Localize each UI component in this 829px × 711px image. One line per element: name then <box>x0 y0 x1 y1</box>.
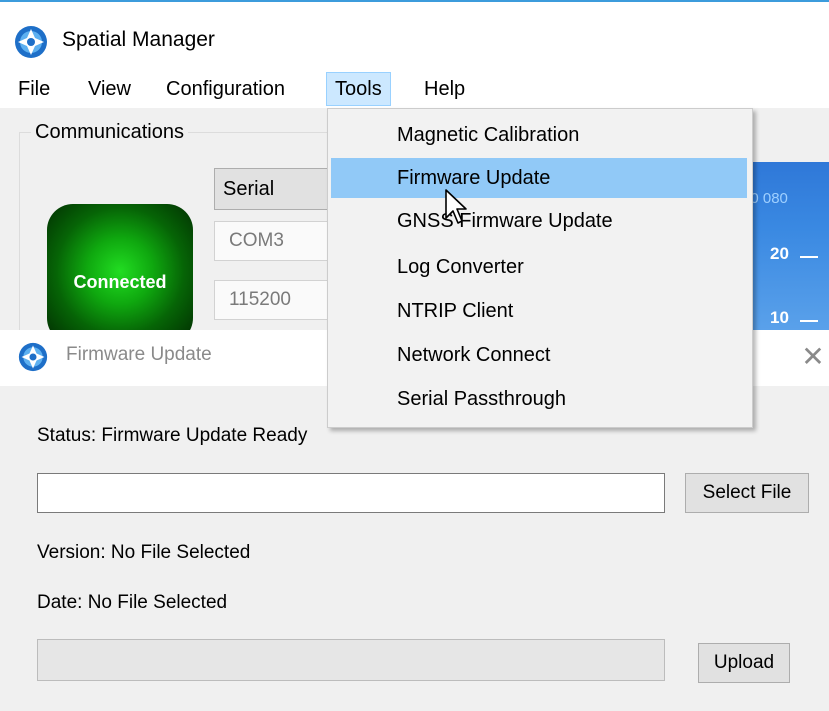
baud-rate-field[interactable]: 115200 <box>214 280 334 320</box>
gauge-tick-line <box>800 320 818 322</box>
upload-button[interactable]: Upload <box>698 643 790 683</box>
gauge-tick-line <box>800 256 818 258</box>
attitude-gauge: 70 080 20 10 <box>742 162 829 330</box>
tools-dropdown-menu: Magnetic Calibration Firmware Update GNS… <box>327 108 753 428</box>
gauge-tick-label: 20 <box>770 244 789 263</box>
upload-progress-bar <box>37 639 665 681</box>
menu-item-magnetic-calibration[interactable]: Magnetic Calibration <box>331 115 747 155</box>
port-field[interactable]: COM3 <box>214 221 334 261</box>
menu-item-log-converter[interactable]: Log Converter <box>331 247 747 287</box>
firmware-status-label: Status: Firmware Update Ready <box>37 425 308 446</box>
connection-status-label: Connected <box>73 272 167 292</box>
app-logo-icon <box>18 342 48 372</box>
dialog-title: Firmware Update <box>66 344 212 365</box>
firmware-date-label: Date: No File Selected <box>37 592 228 613</box>
port-value: COM3 <box>229 230 284 251</box>
menu-bar: File View Configuration Tools Help <box>0 72 829 108</box>
app-logo-icon <box>15 26 47 58</box>
menu-configuration[interactable]: Configuration <box>158 72 293 106</box>
app-title: Spatial Manager <box>62 28 215 51</box>
menu-view[interactable]: View <box>80 72 139 106</box>
menu-item-network-connect[interactable]: Network Connect <box>331 335 747 375</box>
firmware-version-label: Version: No File Selected <box>37 542 251 563</box>
menu-item-ntrip-client[interactable]: NTRIP Client <box>331 291 747 331</box>
close-icon[interactable]: ✕ <box>800 340 826 374</box>
menu-item-gnss-firmware-update[interactable]: GNSS Firmware Update <box>331 201 747 241</box>
select-file-button[interactable]: Select File <box>685 473 809 513</box>
interface-select[interactable]: Serial <box>214 168 334 210</box>
interface-select-value: Serial <box>223 178 275 200</box>
firmware-file-path-input[interactable] <box>37 473 665 513</box>
menu-help[interactable]: Help <box>416 72 473 106</box>
communications-group-title: Communications <box>31 120 188 144</box>
baud-rate-value: 115200 <box>229 289 291 310</box>
menu-tools[interactable]: Tools <box>326 72 391 106</box>
menu-item-firmware-update[interactable]: Firmware Update <box>331 158 747 198</box>
gauge-tick-label: 10 <box>770 308 789 327</box>
menu-file[interactable]: File <box>10 72 58 106</box>
mouse-cursor-icon <box>445 189 467 224</box>
menu-item-serial-passthrough[interactable]: Serial Passthrough <box>331 379 747 419</box>
